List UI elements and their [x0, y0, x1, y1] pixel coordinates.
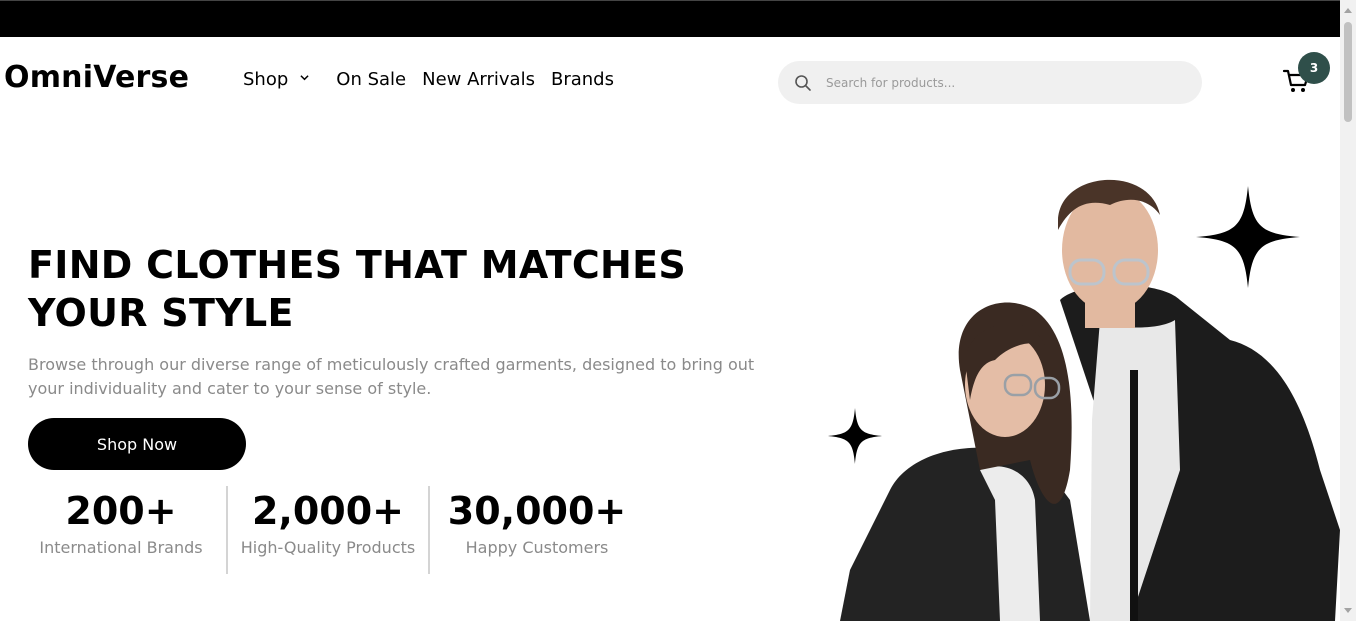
stat-divider [226, 486, 228, 574]
stat-label: Happy Customers [465, 538, 609, 557]
nav-item-shop[interactable]: Shop [243, 69, 309, 90]
stat-divider [428, 486, 430, 574]
stat-label: High-Quality Products [240, 538, 416, 557]
brand-logo[interactable]: OmniVerse [4, 60, 189, 95]
scrollbar-thumb[interactable] [1344, 22, 1352, 122]
top-banner [0, 0, 1340, 37]
scroll-down-arrow-icon[interactable] [1344, 608, 1352, 613]
nav-item-new-arrivals[interactable]: New Arrivals [422, 69, 535, 90]
search-icon [795, 74, 811, 91]
page-scrollbar[interactable] [1340, 0, 1356, 621]
stat-high-quality-products: 2,000+ High-Quality Products [236, 488, 420, 557]
main-nav: Shop On Sale New Arrivals Brands [243, 69, 614, 90]
nav-item-brands[interactable]: Brands [551, 69, 614, 90]
hero-models-image [840, 179, 1340, 621]
stat-international-brands: 200+ International Brands [28, 488, 214, 557]
search-bar[interactable] [778, 61, 1202, 104]
stat-label: International Brands [39, 538, 203, 557]
hero-description: Browse through our diverse range of meti… [28, 355, 755, 398]
nav-item-shop-label: Shop [243, 69, 289, 90]
nav-item-on-sale[interactable]: On Sale [336, 69, 406, 90]
stat-value: 2,000+ [251, 489, 405, 533]
shop-now-button[interactable]: Shop Now [28, 418, 246, 470]
stat-value: 200+ [65, 489, 177, 533]
hero-title: FIND CLOTHES THAT MATCHES YOUR STYLE [28, 243, 687, 335]
stat-happy-customers: 30,000+ Happy Customers [446, 488, 628, 557]
chevron-down-icon [300, 75, 309, 81]
search-input[interactable] [824, 74, 1188, 91]
stat-value: 30,000+ [447, 489, 627, 533]
scroll-up-arrow-icon[interactable] [1344, 8, 1352, 13]
cart-count-badge: 3 [1298, 52, 1330, 84]
